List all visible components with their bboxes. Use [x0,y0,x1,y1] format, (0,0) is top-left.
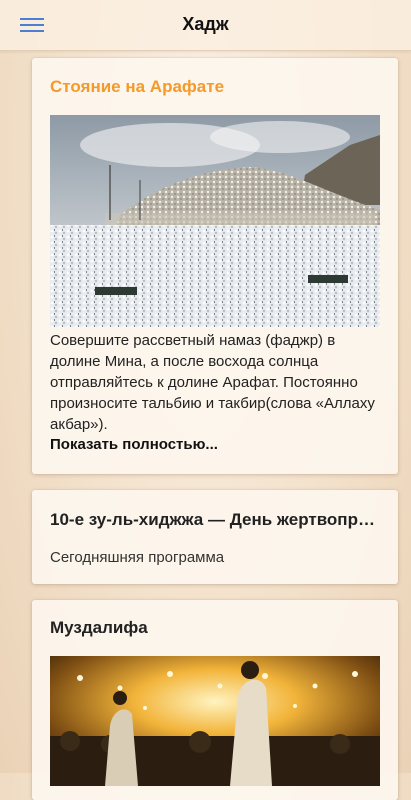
card-sacrifice-day[interactable]: 10-е зу-ль-хиджжа — День жертвоприношени… [32,490,398,584]
card-arafat[interactable]: Стояние на Арафате Совершите рассветный … [32,58,398,474]
show-more-link[interactable]: Показать полностью... [50,436,218,453]
card-title: Стояние на Арафате [50,77,225,96]
page-title: Хадж [182,14,229,34]
muzdalifa-night-photo [50,656,380,786]
card-description: Совершите рассветный намаз (фаджр) в дол… [50,332,375,433]
app-header: Хадж [0,0,411,51]
card-subtitle: Сегодняшняя программа [50,549,225,566]
card-title: 10-е зу-ль-хиджжа — День жертвоприношени… [50,510,382,529]
card-muzdalifa[interactable]: Муздалифа [32,600,398,800]
arafat-pilgrims-photo [50,115,380,327]
card-title: Муздалифа [50,618,148,637]
